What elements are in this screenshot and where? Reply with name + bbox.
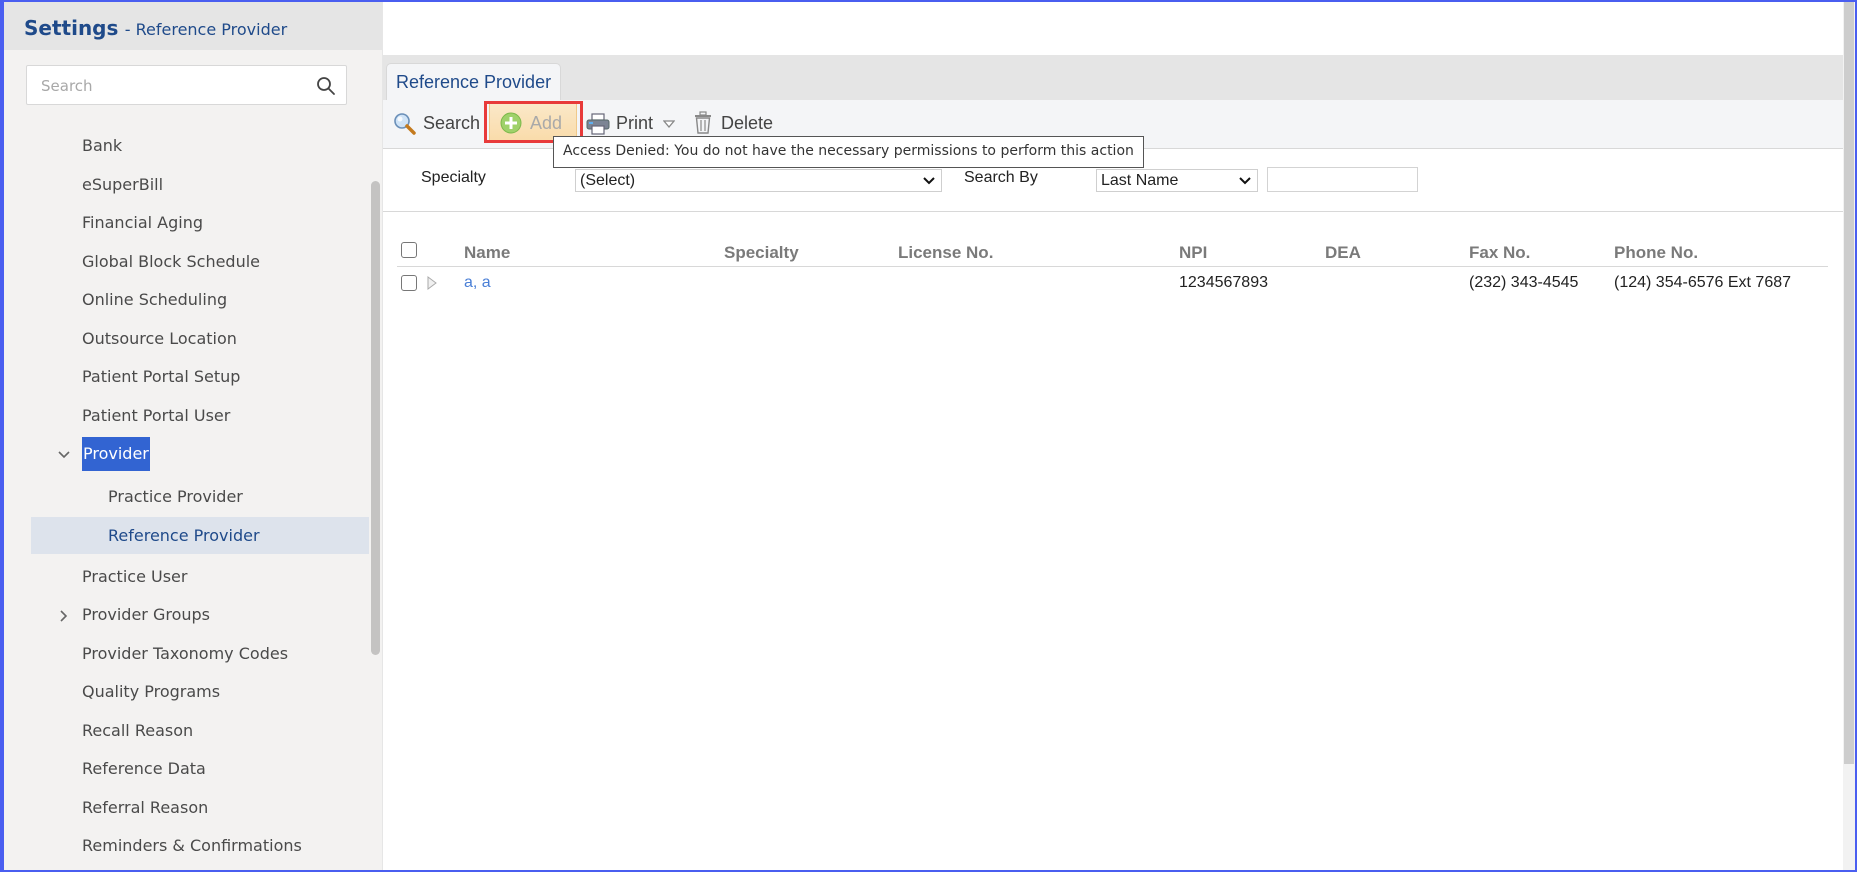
column-header-license[interactable]: License No. (898, 243, 993, 263)
sidebar-item-label: Reminders & Confirmations (82, 836, 302, 855)
search-by-select-value: Last Name (1101, 172, 1179, 189)
search-by-label: Search By (964, 169, 1038, 186)
provider-name-link[interactable]: a, a (464, 274, 491, 292)
chevron-right-icon[interactable] (56, 608, 72, 624)
sidebar-search[interactable] (26, 65, 347, 105)
column-header-name[interactable]: Name (464, 243, 510, 263)
sidebar-item-label: Bank (82, 136, 123, 155)
sidebar-item-online-scheduling[interactable]: Online Scheduling (82, 284, 227, 316)
sidebar-item-label: eSuperBill (82, 175, 164, 194)
specialty-label: Specialty (421, 169, 486, 186)
chevron-down-icon[interactable] (56, 447, 72, 463)
cell-fax: (232) 343-4545 (1469, 274, 1579, 291)
sidebar-item-label: Reference Data (82, 759, 206, 778)
sidebar-item-label: Financial Aging (82, 213, 203, 232)
search-by-select[interactable]: Last Name (1096, 169, 1258, 192)
sidebar-scrollbar[interactable] (371, 181, 380, 655)
cell-phone: (124) 354-6576 Ext 7687 (1614, 274, 1792, 291)
printer-icon (586, 113, 610, 135)
sidebar-item-reference-provider[interactable]: Reference Provider (108, 520, 260, 552)
sidebar-item-reminders-confirmations[interactable]: Reminders & Confirmations (82, 830, 302, 862)
table-row[interactable]: a, a 1234567893 (232) 343-4545 (124) 354… (397, 267, 1828, 299)
sidebar-item-label: Practice User (82, 567, 188, 586)
magnifier-icon (394, 113, 416, 135)
specialty-select-value: (Select) (580, 172, 636, 189)
tab-reference-provider[interactable]: Reference Provider (386, 63, 562, 101)
sidebar-item-label: Reference Provider (108, 526, 260, 545)
settings-sidebar: Settings - Reference Provider Bank eSupe… (0, 0, 382, 872)
tab-strip: Reference Provider (383, 55, 1843, 101)
search-text-input[interactable] (1267, 167, 1418, 192)
sidebar-item-label: Provider Taxonomy Codes (82, 644, 289, 663)
main-panel: Reference Provider Search Add Print Dele… (383, 0, 1843, 872)
sidebar-item-label: Quality Programs (82, 682, 221, 701)
sidebar-item-provider-groups[interactable]: Provider Groups (82, 599, 210, 631)
sidebar-item-recall-reason[interactable]: Recall Reason (82, 715, 193, 747)
grid-header: Name Specialty License No. NPI DEA Fax N… (397, 230, 1828, 267)
main-scrollbar-thumb[interactable] (1844, 2, 1854, 764)
cell-npi: 1234567893 (1179, 274, 1268, 291)
sidebar-item-quality-programs[interactable]: Quality Programs (82, 676, 220, 708)
search-icon[interactable] (316, 76, 336, 96)
sidebar-item-patient-portal-setup[interactable]: Patient Portal Setup (82, 361, 240, 393)
search-button[interactable]: Search (393, 108, 481, 138)
sidebar-header: Settings - Reference Provider (0, 0, 382, 50)
sidebar-search-input[interactable] (39, 74, 303, 98)
column-header-specialty[interactable]: Specialty (724, 243, 799, 263)
sidebar-item-label: Provider Groups (82, 605, 211, 624)
delete-button-label: Delete (721, 113, 774, 133)
sidebar-item-outsource-location[interactable]: Outsource Location (82, 323, 237, 355)
sidebar-item-label: Recall Reason (82, 721, 194, 740)
sidebar-item-referral-reason[interactable]: Referral Reason (82, 792, 208, 824)
sidebar-item-label: Patient Portal User (82, 406, 231, 425)
sidebar-item-provider-taxonomy-codes[interactable]: Provider Taxonomy Codes (82, 638, 288, 670)
print-button-label: Print (616, 113, 654, 133)
chevron-down-icon (1239, 177, 1251, 185)
expand-row-icon[interactable] (427, 276, 437, 290)
trash-icon (695, 111, 711, 134)
sidebar-item-provider[interactable]: Provider (82, 437, 150, 471)
row-checkbox[interactable] (401, 275, 417, 291)
delete-button[interactable]: Delete (693, 108, 793, 138)
sidebar-item-label: Online Scheduling (82, 290, 228, 309)
dropdown-caret-icon (663, 120, 675, 128)
column-header-dea[interactable]: DEA (1325, 243, 1361, 263)
sidebar-item-practice-user[interactable]: Practice User (82, 561, 187, 593)
sidebar-item-label: Outsource Location (82, 329, 237, 348)
settings-title: Settings (24, 16, 119, 40)
sidebar-item-label: Provider (82, 437, 150, 471)
print-button[interactable]: Print (586, 108, 676, 138)
sidebar-item-financial-aging[interactable]: Financial Aging (82, 207, 203, 239)
page-title: Settings - Reference Provider (24, 16, 287, 40)
search-button-label: Search (423, 113, 481, 133)
select-all-checkbox[interactable] (401, 242, 417, 258)
column-header-fax[interactable]: Fax No. (1469, 243, 1530, 263)
sidebar-item-label: Patient Portal Setup (82, 367, 241, 386)
sidebar-item-label: Practice Provider (108, 487, 243, 506)
breadcrumb-subtitle: - Reference Provider (124, 20, 288, 39)
sidebar-item-bank[interactable]: Bank (82, 130, 122, 162)
column-header-npi[interactable]: NPI (1179, 243, 1207, 263)
sidebar-item-label: Referral Reason (82, 798, 209, 817)
column-header-phone[interactable]: Phone No. (1614, 243, 1698, 263)
access-denied-tooltip: Access Denied: You do not have the neces… (553, 136, 1144, 168)
sidebar-item-global-block-schedule[interactable]: Global Block Schedule (82, 246, 260, 278)
sidebar-item-patient-portal-user[interactable]: Patient Portal User (82, 400, 230, 432)
chevron-down-icon (923, 177, 935, 185)
specialty-select[interactable]: (Select) (575, 169, 942, 192)
sidebar-item-esuperbill[interactable]: eSuperBill (82, 169, 163, 201)
sidebar-item-label: Global Block Schedule (82, 252, 261, 271)
sidebar-item-practice-provider[interactable]: Practice Provider (108, 481, 243, 513)
sidebar-item-reference-data[interactable]: Reference Data (82, 753, 206, 785)
